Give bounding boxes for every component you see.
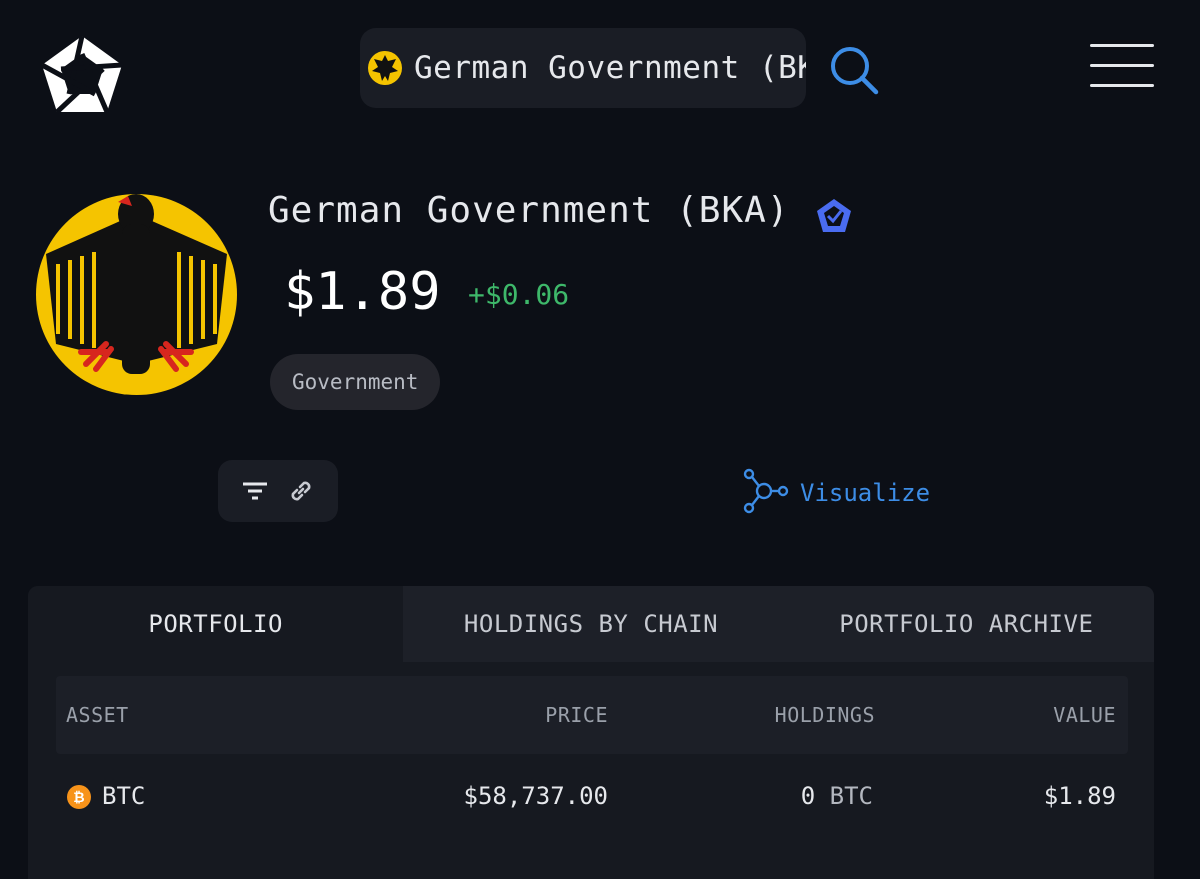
- verified-badge-icon: [814, 196, 854, 236]
- link-icon[interactable]: [286, 476, 316, 506]
- tab-bar: PORTFOLIO HOLDINGS BY CHAIN PORTFOLIO AR…: [28, 586, 1154, 662]
- asset-price: $58,737.00: [463, 782, 609, 810]
- visualize-label: Visualize: [800, 479, 931, 507]
- search-query-text: German Government (BKA): [414, 50, 806, 86]
- holdings-amount: 0: [800, 782, 816, 810]
- entity-tag-label: Government: [292, 370, 419, 394]
- visualize-button[interactable]: Visualize: [742, 468, 930, 518]
- search-input[interactable]: German Government (BKA): [360, 28, 806, 108]
- table-row[interactable]: ₿ BTC $58,737.00 0 BTC $1.89: [56, 766, 1128, 828]
- value-change: +$0.06: [468, 278, 570, 311]
- arkham-logo[interactable]: [38, 32, 126, 116]
- entity-name: German Government (BKA): [268, 190, 790, 231]
- tab-portfolio-archive[interactable]: PORTFOLIO ARCHIVE: [778, 586, 1154, 662]
- table-header: ASSET PRICE HOLDINGS VALUE: [56, 676, 1128, 754]
- asset-symbol[interactable]: BTC: [102, 782, 145, 810]
- graph-nodes-icon: [742, 468, 790, 518]
- bitcoin-icon: ₿: [67, 785, 91, 809]
- entity-tag[interactable]: Government: [270, 354, 441, 410]
- total-value: $1.89: [284, 262, 441, 322]
- column-header-holdings[interactable]: HOLDINGS: [775, 703, 875, 727]
- holdings-unit: BTC: [829, 782, 873, 810]
- filter-icon[interactable]: [240, 476, 270, 506]
- tab-holdings-by-chain[interactable]: HOLDINGS BY CHAIN: [403, 586, 779, 662]
- column-header-value[interactable]: VALUE: [1053, 703, 1116, 727]
- search-icon[interactable]: [826, 42, 882, 98]
- asset-holdings: 0 BTC: [801, 782, 873, 810]
- tab-portfolio[interactable]: PORTFOLIO: [28, 586, 404, 662]
- hamburger-menu-icon[interactable]: [1090, 44, 1154, 92]
- portfolio-panel: PORTFOLIO HOLDINGS BY CHAIN PORTFOLIO AR…: [28, 586, 1154, 879]
- asset-value: $1.89: [1043, 782, 1116, 810]
- column-header-price[interactable]: PRICE: [545, 703, 608, 727]
- svg-text:₿: ₿: [73, 790, 84, 806]
- column-header-asset[interactable]: ASSET: [66, 703, 129, 727]
- entity-avatar: [36, 194, 237, 395]
- german-eagle-icon: [368, 51, 402, 85]
- toolbar: [218, 460, 338, 522]
